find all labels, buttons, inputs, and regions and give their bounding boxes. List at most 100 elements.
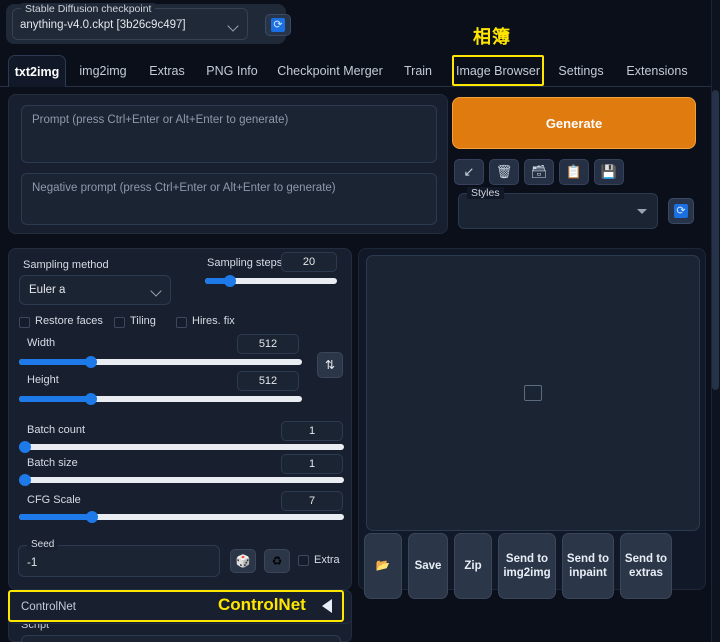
sampling-method-value: Euler a — [29, 284, 66, 296]
button-label: Save — [414, 559, 442, 572]
clear-prompt-icon[interactable]: 🗑 — [489, 159, 519, 185]
send-to-img2img-button[interactable]: Send to img2img — [498, 533, 556, 599]
tab-img2img[interactable]: img2img — [72, 55, 134, 87]
prompt-input[interactable]: Prompt (press Ctrl+Enter or Alt+Enter to… — [21, 105, 437, 163]
batch-size-value[interactable]: 1 — [281, 454, 343, 474]
refresh-icon: ⟳ — [271, 18, 285, 32]
height-slider[interactable] — [19, 393, 302, 405]
refresh-icon: ⟳ — [674, 204, 688, 218]
checkpoint-refresh-button[interactable]: ⟳ — [265, 14, 291, 36]
slider-thumb[interactable] — [19, 474, 31, 486]
cfg-scale-label: CFG Scale — [27, 494, 81, 506]
checkpoint-label: Stable Diffusion checkpoint — [21, 3, 156, 15]
tab-checkpoint-merger[interactable]: Checkpoint Merger — [272, 55, 388, 87]
tab-label: Extras — [149, 64, 185, 78]
slider-thumb[interactable] — [86, 511, 98, 523]
batch-count-slider[interactable] — [19, 441, 344, 453]
batch-size-label: Batch size — [27, 457, 78, 469]
image-placeholder-icon — [524, 385, 542, 401]
tab-png-info[interactable]: PNG Info — [200, 55, 264, 87]
tab-extras[interactable]: Extras — [142, 55, 192, 87]
height-value[interactable]: 512 — [237, 371, 299, 391]
negative-prompt-input[interactable]: Negative prompt (press Ctrl+Enter or Alt… — [21, 173, 437, 225]
negative-prompt-placeholder: Negative prompt (press Ctrl+Enter or Alt… — [32, 182, 336, 194]
zip-button[interactable]: Zip — [454, 533, 492, 599]
tab-label: txt2img — [14, 64, 60, 79]
chevron-down-icon — [227, 20, 239, 32]
send-to-inpaint-button[interactable]: Send to inpaint — [562, 533, 614, 599]
tiling-label: Tiling — [130, 315, 156, 327]
tiling-checkbox[interactable] — [114, 317, 125, 328]
button-label: Send to extras — [624, 552, 668, 579]
batch-count-label: Batch count — [27, 424, 86, 436]
send-to-extras-button[interactable]: Send to extras — [620, 533, 672, 599]
album-annotation-text: 相簿 — [473, 27, 511, 47]
save-button[interactable]: Save — [408, 533, 448, 599]
tab-extensions[interactable]: Extensions — [620, 55, 694, 87]
tab-train[interactable]: Train — [398, 55, 438, 87]
tab-txt2img[interactable]: txt2img — [8, 55, 66, 87]
batch-size-slider[interactable] — [19, 474, 344, 486]
hires-fix-checkbox[interactable] — [176, 317, 187, 328]
cfg-scale-value[interactable]: 7 — [281, 491, 343, 511]
recycle-icon: ♻ — [271, 554, 283, 568]
chevron-down-icon — [637, 209, 647, 214]
sampling-steps-slider[interactable] — [205, 275, 337, 287]
reuse-seed-button[interactable]: ♻ — [264, 549, 290, 573]
sampling-steps-value[interactable]: 20 — [281, 252, 337, 272]
slider-thumb[interactable] — [224, 275, 236, 287]
random-seed-button[interactable]: 🎲 — [230, 549, 256, 573]
left-arrow-icon — [322, 599, 332, 613]
prompt-panel: Prompt (press Ctrl+Enter or Alt+Enter to… — [8, 94, 448, 234]
open-folder-button[interactable]: 📂 — [364, 533, 402, 599]
slider-fill — [19, 514, 91, 520]
height-label: Height — [27, 374, 59, 386]
batch-count-value[interactable]: 1 — [281, 421, 343, 441]
styles-dropdown[interactable]: Styles — [458, 187, 658, 229]
width-slider[interactable] — [19, 356, 302, 368]
sampling-steps-label: Sampling steps — [207, 257, 283, 269]
page-scrollbar[interactable] — [711, 0, 720, 642]
extra-seed-checkbox[interactable] — [298, 555, 309, 566]
restore-progress-icon[interactable]: ↙ — [454, 159, 484, 185]
sampling-method-label: Sampling method — [23, 259, 109, 271]
tab-label: Train — [403, 64, 432, 78]
tab-label: Extensions — [626, 64, 688, 78]
button-label: Send to img2img — [503, 552, 551, 579]
width-value[interactable]: 512 — [237, 334, 299, 354]
slider-thumb[interactable] — [85, 393, 97, 405]
script-dropdown[interactable] — [21, 635, 341, 642]
sampling-method-dropdown[interactable]: Euler a — [19, 275, 171, 305]
styles-label: Styles — [467, 187, 504, 199]
settings-panel: Sampling method Euler a Sampling steps 2… — [8, 248, 352, 590]
slider-thumb[interactable] — [85, 356, 97, 368]
slider-fill — [19, 396, 90, 402]
cfg-scale-slider[interactable] — [19, 511, 344, 523]
tab-label: Checkpoint Merger — [277, 64, 383, 78]
chevron-down-icon — [150, 285, 162, 297]
card-box-icon[interactable]: 🗃 — [524, 159, 554, 185]
seed-input[interactable]: Seed -1 — [18, 539, 220, 577]
tab-label: img2img — [79, 64, 127, 78]
checkpoint-dropdown[interactable]: Stable Diffusion checkpoint anything-v4.… — [12, 3, 248, 40]
tab-settings[interactable]: Settings — [552, 55, 610, 87]
seed-value: -1 — [27, 557, 38, 569]
tab-label: Settings — [558, 64, 604, 78]
restore-faces-label: Restore faces — [35, 315, 103, 327]
swap-dimensions-button[interactable]: ⇅ — [317, 352, 343, 378]
output-gallery[interactable] — [366, 255, 700, 531]
button-label: 📂 — [375, 559, 391, 572]
generate-button[interactable]: Generate — [452, 97, 696, 149]
extra-seed-label: Extra — [314, 554, 340, 566]
save-style-icon[interactable]: 💾 — [594, 159, 624, 185]
prompt-placeholder: Prompt (press Ctrl+Enter or Alt+Enter to… — [32, 114, 289, 126]
slider-thumb[interactable] — [19, 441, 31, 453]
slider-fill — [19, 359, 90, 365]
scrollbar-thumb[interactable] — [712, 90, 719, 390]
clipboard-icon[interactable]: 📋 — [559, 159, 589, 185]
restore-faces-checkbox[interactable] — [19, 317, 30, 328]
styles-refresh-button[interactable]: ⟳ — [668, 198, 694, 224]
image-browser-highlight-box — [452, 55, 544, 86]
checkpoint-bar: Stable Diffusion checkpoint anything-v4.… — [6, 3, 286, 44]
seed-label: Seed — [27, 539, 59, 550]
